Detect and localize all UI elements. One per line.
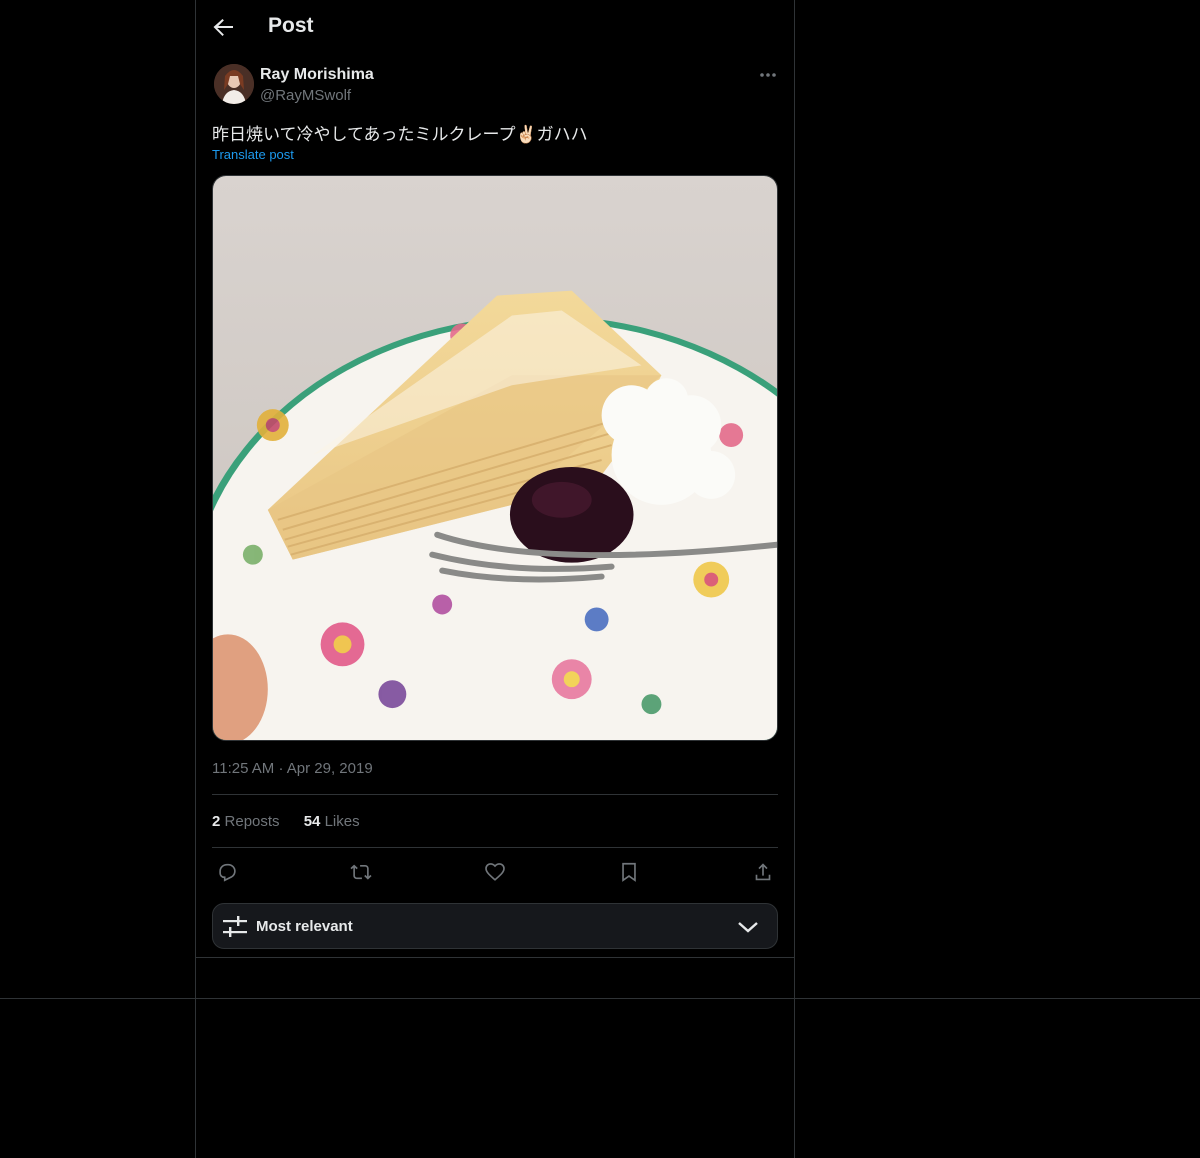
- action-bar: [212, 858, 778, 886]
- divider-stats: [212, 847, 778, 848]
- author-handle[interactable]: @RayMSwolf: [260, 87, 351, 104]
- post-bottom-divider: [196, 957, 794, 958]
- translate-post-link[interactable]: Translate post: [212, 147, 294, 162]
- post-time: 11:25 AM: [212, 760, 275, 777]
- author-display-name[interactable]: Ray Morishima: [260, 66, 374, 84]
- share-icon: [755, 863, 771, 881]
- more-options-button[interactable]: [756, 66, 780, 86]
- post-timestamp[interactable]: 11:25 AM · Apr 29, 2019: [212, 760, 373, 777]
- page-divider: [0, 998, 1200, 999]
- crepe-cake-photo: [213, 176, 777, 740]
- like-icon: [485, 863, 505, 881]
- post-text: 昨日焼いて冷やしてあったミルクレープ✌🏻ガハハ: [212, 125, 588, 144]
- sliders-icon: [223, 916, 247, 937]
- post-date: Apr 29, 2019: [286, 760, 373, 777]
- likes-stat[interactable]: 54 Likes: [304, 813, 360, 830]
- chevron-down-icon: [738, 922, 758, 933]
- divider-meta: [212, 794, 778, 795]
- avatar[interactable]: [214, 64, 254, 104]
- post-image[interactable]: [212, 175, 778, 741]
- column-border-right: [794, 0, 795, 1158]
- reply-icon: [219, 863, 236, 882]
- column-border-left: [195, 0, 196, 1158]
- avatar-image: [214, 64, 254, 104]
- bookmark-icon: [622, 862, 636, 882]
- repost-button[interactable]: [346, 858, 376, 886]
- likes-count: 54: [303, 813, 321, 830]
- bookmark-button[interactable]: [614, 858, 644, 886]
- reposts-label: Reposts: [224, 813, 280, 830]
- like-button[interactable]: [480, 858, 510, 886]
- arrow-left-icon: [213, 19, 233, 36]
- page-title: Post: [268, 14, 314, 37]
- back-button[interactable]: [208, 12, 238, 42]
- likes-label: Likes: [324, 813, 360, 830]
- reply-button[interactable]: [212, 858, 242, 886]
- post-stats: 2 Reposts 54 Likes: [212, 813, 380, 830]
- more-dots-icon: [760, 73, 776, 77]
- reply-sort-dropdown[interactable]: Most relevant: [212, 903, 778, 949]
- share-button[interactable]: [748, 858, 778, 886]
- reposts-stat[interactable]: 2 Reposts: [212, 813, 284, 830]
- reposts-count: 2: [212, 813, 221, 830]
- repost-icon: [350, 864, 372, 880]
- timestamp-separator: ·: [278, 760, 284, 777]
- post-header: Post: [196, 0, 794, 54]
- sort-label: Most relevant: [256, 918, 353, 935]
